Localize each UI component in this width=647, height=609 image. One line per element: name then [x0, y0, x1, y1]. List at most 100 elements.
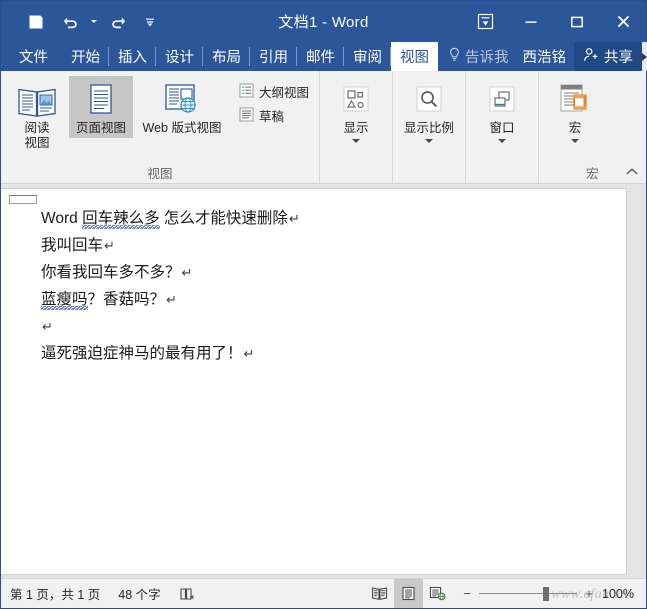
ribbon-display-icon[interactable]	[462, 1, 508, 42]
paragraph-mark: ↵	[165, 292, 177, 307]
ribbon: 阅读 视图 页面视图	[1, 71, 646, 184]
zoom-out-button[interactable]: −	[462, 586, 472, 601]
minimize-icon[interactable]	[508, 1, 554, 42]
line-text-pre: 你看我回车多不多？	[41, 264, 181, 281]
paragraph-mark: ↵	[103, 238, 115, 253]
zoom-slider-thumb[interactable]	[543, 587, 549, 601]
tab-file[interactable]: 文件	[5, 42, 62, 71]
document-area[interactable]: Word 回车辣么多 怎么才能快速删除↵ 我叫回车↵ 你看我回车多不多？↵ 蓝瘦…	[1, 184, 646, 578]
draft-view-button[interactable]: 草稿	[239, 106, 309, 125]
zoom-magnifier-icon	[411, 79, 447, 119]
tab-view[interactable]: 视图	[391, 42, 438, 71]
quick-access-toolbar	[1, 7, 165, 37]
customize-qat-icon[interactable]	[135, 7, 165, 37]
word-window: 文档1 - Word 文件 开始 插入 设计 布局 引用 邮件 审阅 视图	[0, 0, 647, 609]
print-layout-button[interactable]: 页面视图	[69, 76, 133, 138]
paragraph-mark: ↵	[243, 346, 255, 361]
status-bar-right: − + 100%	[365, 579, 646, 608]
group-label-window	[466, 166, 538, 183]
maximize-icon[interactable]	[554, 1, 600, 42]
document-line[interactable]: 逼死强迫症神马的最有用了！↵	[41, 340, 606, 367]
macros-label: 宏	[569, 121, 582, 136]
group-label-zoom	[393, 166, 465, 183]
status-bar: 第 1 页，共 1 页 48 个字	[1, 578, 646, 608]
macros-button[interactable]: 宏	[543, 76, 607, 145]
paragraph-mark: ↵	[288, 211, 300, 226]
zoom-in-button[interactable]: +	[584, 586, 594, 601]
tell-me-label: 告诉我	[465, 46, 509, 67]
undo-dropdown-caret[interactable]	[87, 7, 101, 37]
document-line-empty[interactable]: ↵	[41, 313, 606, 340]
group-label-show	[320, 166, 392, 183]
tab-mailings[interactable]: 邮件	[297, 42, 344, 71]
zoom-slider[interactable]	[479, 587, 577, 601]
macro-icon	[556, 79, 594, 119]
zoom-button[interactable]: 显示比例	[397, 76, 461, 145]
zoom-level-label[interactable]: 100%	[602, 587, 646, 601]
ribbon-tab-strip: 文件 开始 插入 设计 布局 引用 邮件 审阅 视图 告诉我 西浩铭 共享	[1, 42, 646, 71]
line-text-pre: 逼死强迫症神马的最有用了！	[41, 345, 243, 362]
read-mode-button[interactable]: 阅读 视图	[5, 76, 69, 153]
zoom-control: − +	[452, 586, 602, 601]
ribbon-group-window: 窗口	[465, 71, 538, 183]
chevron-up-icon[interactable]	[624, 164, 640, 180]
share-label: 共享	[604, 46, 633, 67]
read-mode-label-2: 视图	[24, 136, 49, 151]
read-mode-status-icon[interactable]	[365, 579, 394, 608]
document-page[interactable]: Word 回车辣么多 怎么才能快速删除↵ 我叫回车↵ 你看我回车多不多？↵ 蓝瘦…	[1, 189, 626, 574]
tab-references[interactable]: 引用	[250, 42, 297, 71]
word-count[interactable]: 48 个字	[109, 579, 169, 608]
document-line[interactable]: 我叫回车↵	[41, 232, 606, 259]
read-mode-icon	[17, 79, 57, 119]
window-dropdown-caret[interactable]	[498, 139, 506, 143]
spelling-error-text: 回车辣么多	[82, 210, 160, 227]
window-label: 窗口	[490, 121, 515, 136]
zoom-slider-track	[479, 593, 577, 594]
window-button[interactable]: 窗口	[470, 76, 534, 145]
line-text-pre: Word	[41, 210, 82, 227]
save-icon[interactable]	[19, 7, 53, 37]
group-label-views: 视图	[1, 166, 319, 183]
ribbon-group-show: 显示	[319, 71, 392, 183]
document-line[interactable]: Word 回车辣么多 怎么才能快速删除↵	[41, 205, 606, 232]
print-layout-icon	[86, 79, 116, 119]
share-button[interactable]: 共享	[574, 42, 642, 71]
ribbon-group-views: 阅读 视图 页面视图	[1, 71, 319, 183]
show-label: 显示	[344, 121, 369, 136]
redo-icon[interactable]	[101, 7, 135, 37]
close-icon[interactable]	[600, 1, 646, 42]
tell-me-box[interactable]: 告诉我	[438, 42, 517, 71]
tab-scroll-right-button[interactable]	[642, 42, 647, 71]
tab-review[interactable]: 审阅	[344, 42, 391, 71]
undo-icon[interactable]	[53, 7, 87, 37]
window-controls	[462, 1, 646, 42]
print-layout-label: 页面视图	[76, 121, 126, 136]
outline-view-button[interactable]: 大纲视图	[239, 82, 309, 101]
page-indicator[interactable]: 第 1 页，共 1 页	[1, 579, 109, 608]
zoom-dropdown-caret[interactable]	[425, 139, 433, 143]
tab-home[interactable]: 开始	[62, 42, 109, 71]
views-small-buttons: 大纲视图 草稿	[231, 76, 315, 125]
account-name[interactable]: 西浩铭	[517, 42, 573, 71]
print-layout-status-icon[interactable]	[394, 579, 423, 608]
tab-layout[interactable]: 布局	[203, 42, 250, 71]
line-text-pre: 我叫回车	[41, 237, 103, 254]
indent-marker[interactable]	[9, 195, 37, 204]
show-button[interactable]: 显示	[324, 76, 388, 145]
tab-insert[interactable]: 插入	[109, 42, 156, 71]
web-layout-label: Web 版式视图	[143, 121, 222, 136]
document-body[interactable]: Word 回车辣么多 怎么才能快速删除↵ 我叫回车↵ 你看我回车多不多？↵ 蓝瘦…	[41, 205, 606, 367]
title-bar: 文档1 - Word	[1, 1, 646, 42]
document-line[interactable]: 蓝瘦吗？香菇吗？↵	[41, 286, 606, 313]
web-layout-status-icon[interactable]	[423, 579, 452, 608]
web-layout-icon	[162, 79, 202, 119]
share-person-icon	[583, 47, 600, 66]
macros-dropdown-caret[interactable]	[571, 139, 579, 143]
show-dropdown-caret[interactable]	[352, 139, 360, 143]
paragraph-mark: ↵	[181, 265, 193, 280]
document-line[interactable]: 你看我回车多不多？↵	[41, 259, 606, 286]
proofing-errors-icon[interactable]	[170, 579, 204, 608]
web-layout-button[interactable]: Web 版式视图	[133, 76, 231, 138]
tab-design[interactable]: 设计	[156, 42, 203, 71]
draft-view-icon	[239, 107, 254, 125]
